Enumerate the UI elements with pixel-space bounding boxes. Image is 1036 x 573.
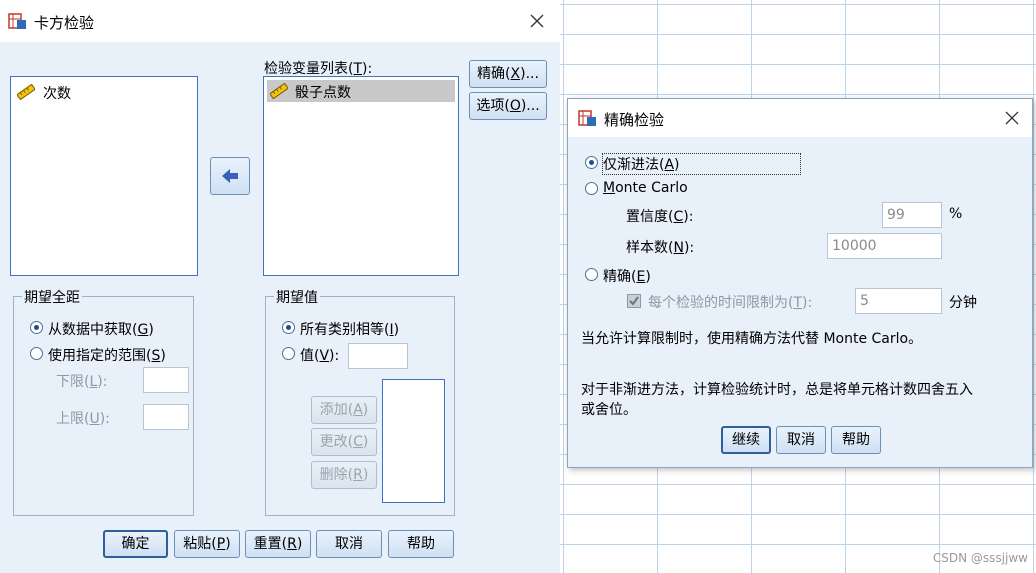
note-rounding-line1: 对于非渐进方法，计算检验统计时，总是将单元格计数四舍五入 xyxy=(581,382,973,398)
exact-button[interactable]: 精确(X)... xyxy=(469,60,547,88)
use-range-label[interactable]: 使用指定的范围(S) xyxy=(48,345,166,365)
close-icon[interactable] xyxy=(1003,109,1021,127)
dialog-title: 卡方检验 xyxy=(34,14,95,32)
variable-name: 次数 xyxy=(43,86,71,102)
checkmark-icon xyxy=(629,296,639,306)
values-label[interactable]: 值(V): xyxy=(300,345,339,365)
values-radio[interactable] xyxy=(282,347,295,360)
group-title: 期望全距 xyxy=(22,287,82,307)
close-icon[interactable] xyxy=(528,12,546,30)
upper-label: 上限(U): xyxy=(56,411,110,427)
time-limit-unit: 分钟 xyxy=(949,295,977,311)
expected-range-group: 期望全距 从数据中获取(G) 使用指定的范围(S) 下限(L): 上限(U): xyxy=(13,287,194,516)
group-title: 期望值 xyxy=(274,287,320,307)
test-variable-list[interactable]: 骰子点数 xyxy=(263,76,459,276)
samples-label: 样本数(N): xyxy=(626,240,695,256)
arrow-left-icon xyxy=(222,169,238,183)
app-icon xyxy=(578,108,598,128)
time-limit-checkbox[interactable] xyxy=(627,294,641,308)
paste-button[interactable]: 粘贴(P) xyxy=(174,530,240,558)
continue-button[interactable]: 继续 xyxy=(721,426,771,454)
confidence-input[interactable]: 99 xyxy=(882,202,942,228)
monte-carlo-label[interactable]: Monte Carlo xyxy=(603,180,688,196)
confidence-unit: % xyxy=(949,206,963,222)
list-item[interactable]: 骰子点数 xyxy=(267,80,455,102)
monte-carlo-radio[interactable] xyxy=(585,182,598,195)
from-data-label[interactable]: 从数据中获取(G) xyxy=(48,319,154,339)
remove-button[interactable]: 删除(R) xyxy=(311,461,377,489)
ok-button[interactable]: 确定 xyxy=(103,530,168,558)
reset-button[interactable]: 重置(R) xyxy=(245,530,311,558)
app-icon xyxy=(8,11,28,31)
change-button[interactable]: 更改(C) xyxy=(311,428,377,456)
watermark: CSDN @sssjjww xyxy=(932,551,1028,565)
add-button[interactable]: 添加(A) xyxy=(311,396,377,424)
time-limit-label: 每个检验的时间限制为(T): xyxy=(648,295,813,311)
scale-variable-icon xyxy=(16,83,36,101)
values-input[interactable] xyxy=(348,343,408,369)
time-limit-input[interactable]: 5 xyxy=(855,288,942,314)
samples-input[interactable]: 10000 xyxy=(827,233,942,259)
options-button[interactable]: 选项(O)... xyxy=(469,92,547,120)
variable-name: 骰子点数 xyxy=(295,85,351,101)
lower-label: 下限(L): xyxy=(56,374,108,390)
note-monte-carlo: 当允许计算限制时，使用精确方法代替 Monte Carlo。 xyxy=(581,331,923,347)
asymptotic-radio[interactable] xyxy=(585,156,598,169)
note-rounding-line2: 或舍位。 xyxy=(581,402,637,418)
test-variable-list-label: 检验变量列表(T): xyxy=(264,61,373,77)
exact-tests-dialog: 精确检验 仅渐进法(A) Monte Carlo 置信度(C): 99 % 样本… xyxy=(567,98,1033,468)
use-range-radio[interactable] xyxy=(30,347,43,360)
all-equal-radio[interactable] xyxy=(282,321,295,334)
confidence-label: 置信度(C): xyxy=(626,209,694,225)
cancel-button[interactable]: 取消 xyxy=(316,530,382,558)
from-data-radio[interactable] xyxy=(30,321,43,334)
exact-label[interactable]: 精确(E) xyxy=(603,266,651,286)
move-variable-button[interactable] xyxy=(210,157,250,195)
source-variable-list[interactable]: 次数 xyxy=(10,76,198,276)
cancel-button[interactable]: 取消 xyxy=(776,426,826,454)
exact-radio[interactable] xyxy=(585,268,598,281)
help-button[interactable]: 帮助 xyxy=(831,426,881,454)
dialog-title: 精确检验 xyxy=(604,111,665,129)
lower-input[interactable] xyxy=(143,367,189,393)
help-button[interactable]: 帮助 xyxy=(388,530,454,558)
values-list[interactable] xyxy=(382,379,445,503)
asymptotic-label[interactable]: 仅渐进法(A) xyxy=(602,153,801,175)
chi-square-dialog: 卡方检验 次数 检验变量列表(T): 骰子点数 精确(X)... 选项(O)..… xyxy=(0,0,560,573)
all-equal-label[interactable]: 所有类别相等(I) xyxy=(300,319,399,339)
expected-values-group: 期望值 所有类别相等(I) 值(V): 添加(A) 更改(C) 删除(R) xyxy=(265,287,455,516)
scale-variable-icon xyxy=(269,82,289,100)
upper-input[interactable] xyxy=(143,404,189,430)
list-item[interactable]: 次数 xyxy=(16,83,187,103)
